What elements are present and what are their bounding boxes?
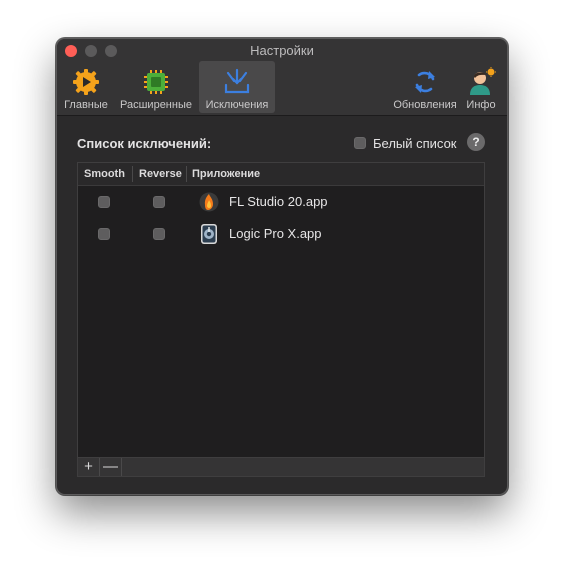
arrows-in-tray-icon [222, 67, 252, 100]
app-name: Logic Pro X.app [229, 226, 322, 241]
table-row[interactable]: Logic Pro X.app [78, 218, 484, 250]
tab-updates[interactable]: Обновления [390, 61, 460, 113]
smooth-checkbox[interactable] [98, 196, 110, 208]
refresh-icon [410, 67, 440, 100]
tab-updates-label: Обновления [393, 99, 457, 111]
column-header-application[interactable]: Приложение [192, 168, 260, 180]
column-divider[interactable] [132, 166, 133, 182]
column-divider[interactable] [186, 166, 187, 182]
table-header: Smooth Reverse Приложение [78, 163, 484, 186]
remove-app-button[interactable]: — [100, 458, 122, 476]
app-name: FL Studio 20.app [229, 194, 328, 209]
column-header-smooth[interactable]: Smooth [84, 168, 125, 180]
logic-pro-icon [199, 223, 219, 245]
exclusions-table: Smooth Reverse Приложение FL Studio 20.a… [77, 162, 485, 477]
whitelist-checkbox[interactable] [354, 137, 366, 149]
tab-info-label: Инфо [466, 99, 496, 111]
tab-exclusions[interactable]: Исключения [199, 61, 275, 113]
tab-general[interactable]: Главные [61, 61, 111, 113]
tab-advanced[interactable]: Расширенные [116, 61, 196, 113]
reverse-checkbox[interactable] [153, 228, 165, 240]
tab-advanced-label: Расширенные [120, 99, 192, 111]
chip-icon [141, 67, 171, 100]
help-button[interactable]: ? [467, 133, 485, 151]
tab-general-label: Главные [64, 99, 108, 111]
whitelist-label: Белый список [373, 136, 457, 151]
window-title: Настройки [250, 43, 314, 58]
reverse-checkbox[interactable] [153, 196, 165, 208]
titlebar: Настройки Главные Расширенные Исключения… [57, 39, 507, 116]
column-header-reverse[interactable]: Reverse [139, 168, 182, 180]
gear-play-icon [71, 67, 101, 100]
tab-info[interactable]: Инфо [463, 61, 499, 113]
table-footer: + — [77, 457, 485, 477]
exclusion-list-label: Список исключений: [77, 136, 212, 151]
person-icon [466, 67, 496, 100]
fl-studio-icon [199, 191, 219, 213]
preferences-window: Настройки Главные Расширенные Исключения… [56, 38, 508, 495]
smooth-checkbox[interactable] [98, 228, 110, 240]
add-app-button[interactable]: + [78, 458, 100, 476]
tab-exclusions-label: Исключения [205, 99, 269, 111]
table-row[interactable]: FL Studio 20.app [78, 186, 484, 218]
